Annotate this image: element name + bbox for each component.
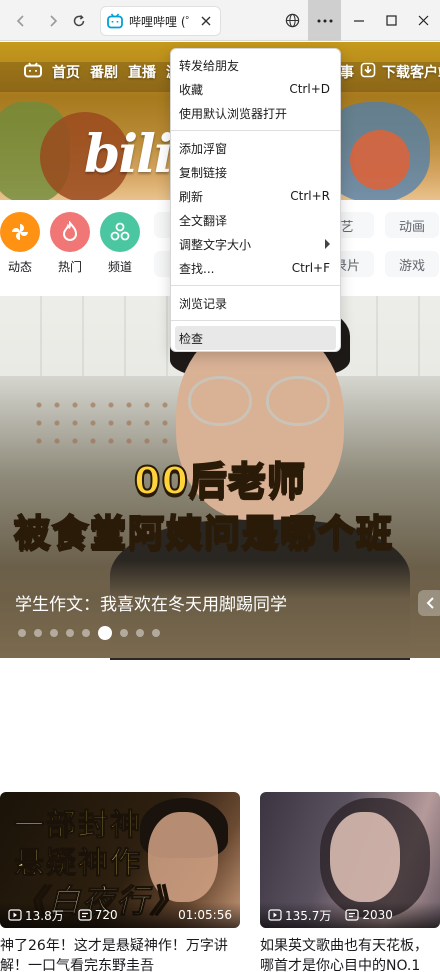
menu-item-shortcut: Ctrl+D — [289, 82, 330, 96]
browser-titlebar: 哔哩哔哩 (゜-゜)つロ — [0, 0, 440, 41]
menu-item-label: 刷新 — [179, 189, 204, 204]
video-card[interactable]: 135.7万 2030 — [260, 792, 440, 928]
menu-item-favorite[interactable]: 收藏 Ctrl+D — [171, 77, 340, 101]
menu-separator — [171, 320, 340, 321]
carousel-dot[interactable] — [82, 629, 90, 637]
video-title[interactable]: 如果英文歌曲也有天花板，哪首才是你心目中的NO.1 — [260, 936, 440, 972]
menu-item-inspect[interactable]: 检查 — [175, 326, 336, 350]
video-stats: 13.8万 720 01:05:56 — [0, 902, 240, 928]
view-count: 13.8万 — [25, 908, 64, 923]
menu-item-label: 检查 — [179, 331, 204, 346]
view-count: 135.7万 — [285, 908, 332, 923]
top-nav: 首页 番剧 直播 游 — [24, 62, 180, 82]
menu-separator — [171, 130, 340, 131]
reload-icon[interactable] — [66, 8, 92, 34]
danmaku-icon — [78, 909, 92, 921]
carousel-dot[interactable] — [66, 629, 74, 637]
danmaku-icon — [345, 909, 359, 921]
menu-item-label: 使用默认浏览器打开 — [179, 106, 288, 121]
category-label: 动态 — [7, 260, 32, 274]
category-pill-anime[interactable]: 动画 — [385, 212, 439, 238]
carousel-dot[interactable] — [18, 629, 26, 637]
hero-caption-line2: 被食堂阿姨问是哪个班 — [13, 512, 395, 555]
video-duration: 01:05:56 — [178, 908, 232, 922]
menu-item-shortcut: Ctrl+F — [291, 261, 330, 275]
carousel-dot[interactable] — [120, 629, 128, 637]
hero-caption-line1: 00后老师 — [133, 458, 306, 504]
maximize-icon[interactable] — [377, 0, 405, 41]
menu-item-label: 调整文字大小 — [179, 237, 252, 252]
menu-item-label: 浏览记录 — [179, 296, 228, 311]
hero-title[interactable]: 学生作文：我喜欢在冬天用脚踢同学 — [15, 590, 287, 615]
carousel-dot[interactable] — [152, 629, 160, 637]
menu-item-find[interactable]: 查找... Ctrl+F — [171, 256, 340, 280]
window-close-icon[interactable] — [409, 0, 437, 41]
menu-item-refresh[interactable]: 刷新 Ctrl+R — [171, 184, 340, 208]
play-count-icon — [268, 909, 282, 921]
minimize-icon[interactable] — [345, 0, 373, 41]
menu-item-label: 全文翻译 — [179, 213, 228, 228]
forward-arrow-icon[interactable] — [40, 8, 66, 34]
menu-item-shortcut: Ctrl+R — [290, 189, 330, 203]
carousel-dot-active[interactable] — [98, 626, 112, 640]
menu-item-open-default-browser[interactable]: 使用默认浏览器打开 — [171, 101, 340, 125]
menu-item-copy-link[interactable]: 复制链接 — [171, 160, 340, 184]
carousel-dot[interactable] — [50, 629, 58, 637]
menu-item-share[interactable]: 转发给朋友 — [171, 53, 340, 77]
tv-home-icon — [24, 62, 42, 82]
pinwheel-icon — [0, 212, 40, 252]
globe-icon[interactable] — [280, 0, 304, 41]
danmaku-count: 720 — [94, 908, 118, 922]
video-title[interactable]: 神了26年！这才是悬疑神作！万字讲解！一口气看完东野圭吾 — [0, 936, 240, 972]
nav-item-live[interactable]: 直播 — [128, 62, 156, 82]
carousel-dot[interactable] — [34, 629, 42, 637]
menu-item-label: 收藏 — [179, 82, 204, 97]
category-dynamic[interactable]: 动态 — [0, 212, 44, 275]
nav-item-partial[interactable]: 事 — [340, 62, 354, 82]
channel-icon — [100, 212, 140, 252]
nav-item-home[interactable]: 首页 — [52, 62, 80, 82]
back-arrow-icon[interactable] — [8, 8, 34, 34]
browser-tab[interactable]: 哔哩哔哩 (゜-゜)つロ — [100, 6, 221, 36]
close-icon[interactable] — [198, 13, 214, 29]
submenu-arrow-icon — [325, 239, 330, 249]
menu-item-label: 复制链接 — [179, 165, 228, 180]
nav-item-anime[interactable]: 番剧 — [90, 62, 118, 82]
menu-item-label: 添加浮窗 — [179, 141, 228, 156]
play-count-icon — [8, 909, 22, 921]
category-pill-game[interactable]: 游戏 — [385, 251, 439, 277]
top-nav-right: 事 下载客户端 — [340, 62, 440, 82]
category-label: 热门 — [57, 260, 82, 274]
menu-separator — [171, 285, 340, 286]
carousel-dots — [18, 626, 160, 640]
flame-icon — [50, 212, 90, 252]
category-hot[interactable]: 热门 — [46, 212, 94, 275]
menu-item-label: 查找... — [179, 261, 215, 276]
danmaku-count: 2030 — [362, 908, 393, 922]
menu-item-label: 转发给朋友 — [179, 58, 240, 73]
category-channel[interactable]: 频道 — [96, 212, 144, 275]
tab-title: 哔哩哔哩 (゜-゜)つロ — [129, 14, 191, 29]
browser-context-menu: 转发给朋友 收藏 Ctrl+D 使用默认浏览器打开 添加浮窗 复制链接 刷新 Ctrl+R 全文… — [170, 48, 341, 352]
video-card[interactable]: 一部封神 悬疑神作 《白夜行》 13.8万 720 01:05:56 — [0, 792, 240, 928]
chevron-left-icon[interactable] — [418, 590, 440, 616]
download-icon — [360, 62, 376, 82]
menu-item-history[interactable]: 浏览记录 — [171, 291, 340, 315]
download-client-link[interactable]: 下载客户端 — [382, 62, 440, 82]
menu-item-translate[interactable]: 全文翻译 — [171, 208, 340, 232]
more-dots-icon[interactable] — [308, 0, 341, 41]
bilibili-tv-icon — [107, 13, 123, 29]
carousel-dot[interactable] — [136, 629, 144, 637]
menu-item-add-float[interactable]: 添加浮窗 — [171, 136, 340, 160]
category-label: 频道 — [107, 260, 132, 274]
menu-item-text-size[interactable]: 调整文字大小 — [171, 232, 340, 256]
video-stats: 135.7万 2030 — [260, 902, 440, 928]
